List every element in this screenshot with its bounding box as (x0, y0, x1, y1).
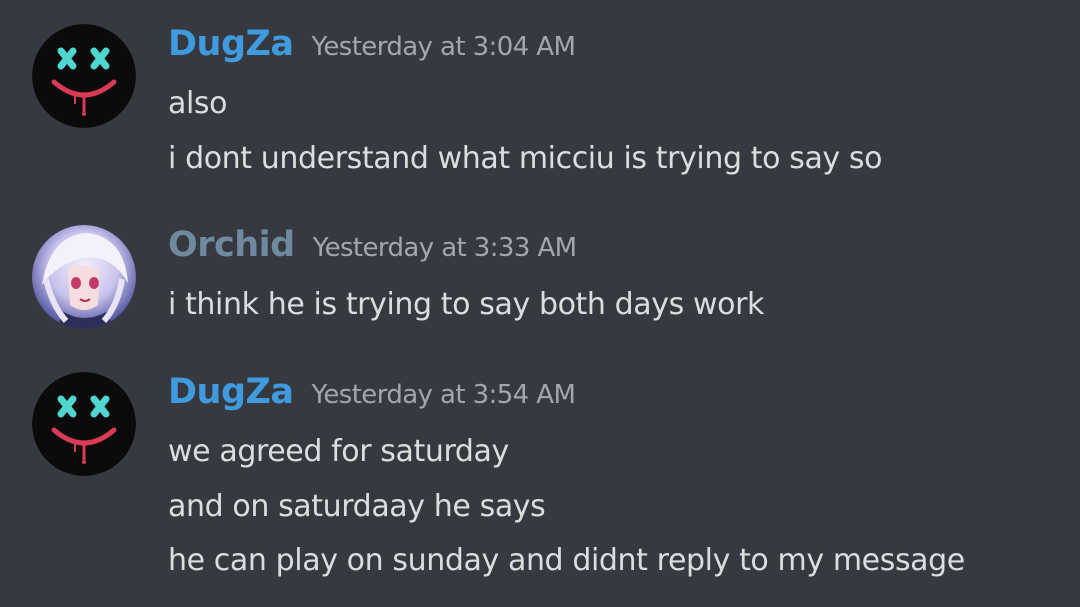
username[interactable]: DugZa (168, 24, 294, 64)
message-text: i dont understand what micciu is trying … (168, 141, 883, 176)
timestamp[interactable]: Yesterday at 3:33 AM (313, 233, 577, 263)
message-text: and on saturdaay he says (168, 489, 546, 524)
username[interactable]: Orchid (168, 225, 295, 265)
mask-x-eyes-icon (32, 372, 136, 476)
message-group: Orchid Yesterday at 3:33 AM i think he is… (0, 225, 1080, 335)
avatar[interactable] (32, 225, 136, 329)
message-text: i think he is trying to say both days wo… (168, 287, 765, 322)
message-group: DugZa Yesterday at 3:54 AM we agreed for … (0, 372, 1080, 602)
message-header: DugZa Yesterday at 3:54 AM (168, 372, 576, 412)
message-group: DugZa Yesterday at 3:04 AM also i dont un… (0, 24, 1080, 184)
message-text: also (168, 86, 228, 121)
avatar[interactable] (32, 24, 136, 128)
message-header: DugZa Yesterday at 3:04 AM (168, 24, 576, 64)
anime-girl-avatar (32, 225, 136, 329)
mask-x-eyes-icon (32, 24, 136, 128)
message-text: he can play on sunday and didnt reply to… (168, 543, 965, 578)
timestamp[interactable]: Yesterday at 3:54 AM (312, 380, 576, 410)
message-text: we agreed for saturday (168, 434, 509, 469)
message-header: Orchid Yesterday at 3:33 AM (168, 225, 577, 265)
timestamp[interactable]: Yesterday at 3:04 AM (312, 32, 576, 62)
username[interactable]: DugZa (168, 372, 294, 412)
avatar[interactable] (32, 372, 136, 476)
